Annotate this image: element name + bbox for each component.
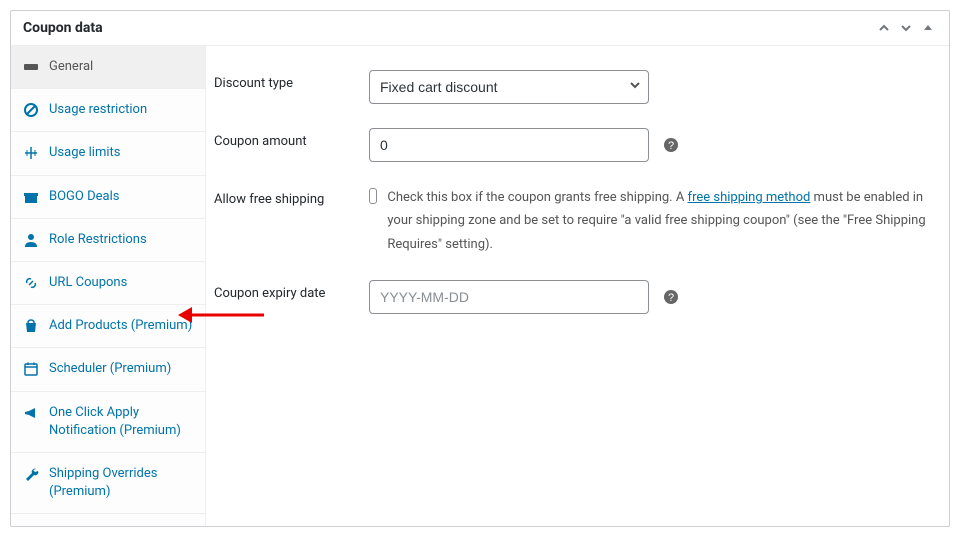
- tab-usage-restriction[interactable]: Usage restriction: [11, 89, 205, 132]
- tab-label: Shipping Overrides (Premium): [49, 465, 193, 501]
- megaphone-icon: [23, 405, 39, 421]
- tab-add-products[interactable]: Add Products (Premium): [11, 305, 205, 348]
- tab-url-coupons[interactable]: URL Coupons: [11, 262, 205, 305]
- tab-usage-limits[interactable]: Usage limits: [11, 132, 205, 175]
- coupon-amount-input[interactable]: [369, 128, 649, 162]
- label-free-shipping: Allow free shipping: [214, 186, 369, 207]
- tab-shipping-overrides[interactable]: Shipping Overrides (Premium): [11, 453, 205, 514]
- tab-label: Usage limits: [49, 144, 193, 162]
- panel-toggle-icon[interactable]: [919, 19, 937, 37]
- bag-icon: [23, 318, 39, 334]
- tab-label: Role Restrictions: [49, 231, 193, 249]
- label-coupon-amount: Coupon amount: [214, 128, 369, 149]
- tab-label: General: [49, 58, 193, 76]
- panel-title: Coupon data: [23, 20, 103, 36]
- svg-text:?: ?: [668, 292, 674, 304]
- tab-label: URL Coupons: [49, 274, 193, 292]
- tab-label: BOGO Deals: [49, 188, 193, 206]
- link-icon: [23, 275, 39, 291]
- row-coupon-amount: Coupon amount ?: [214, 122, 927, 180]
- tab-scheduler[interactable]: Scheduler (Premium): [11, 348, 205, 391]
- row-expiry: Coupon expiry date ?: [214, 274, 927, 332]
- help-icon[interactable]: ?: [663, 137, 679, 153]
- panel-move-down-icon[interactable]: [897, 19, 915, 37]
- free-shipping-checkbox[interactable]: [369, 188, 377, 204]
- ticket-icon: [23, 59, 39, 75]
- gift-icon: [23, 189, 39, 205]
- expiry-date-input[interactable]: [369, 280, 649, 314]
- tab-one-click-apply[interactable]: One Click Apply Notification (Premium): [11, 392, 205, 453]
- tab-role-restrictions[interactable]: Role Restrictions: [11, 219, 205, 262]
- ban-icon: [23, 102, 39, 118]
- calendar-icon: [23, 361, 39, 377]
- label-discount-type: Discount type: [214, 70, 369, 91]
- panel-body: General Usage restriction Usage limits B…: [11, 46, 949, 526]
- tab-general[interactable]: General: [11, 46, 205, 89]
- sliders-icon: [23, 145, 39, 161]
- label-expiry: Coupon expiry date: [214, 280, 369, 301]
- general-tab-content: Discount type Fixed cart discount Coupon…: [206, 46, 949, 526]
- wrench-icon: [23, 466, 39, 482]
- help-icon[interactable]: ?: [663, 289, 679, 305]
- user-icon: [23, 232, 39, 248]
- discount-type-select[interactable]: Fixed cart discount: [369, 70, 649, 104]
- row-discount-type: Discount type Fixed cart discount: [214, 64, 927, 122]
- svg-text:?: ?: [668, 140, 674, 152]
- tab-bogo-deals[interactable]: BOGO Deals: [11, 176, 205, 219]
- tab-label: Scheduler (Premium): [49, 360, 193, 378]
- tab-label: Usage restriction: [49, 101, 193, 119]
- panel-move-up-icon[interactable]: [875, 19, 893, 37]
- free-shipping-help: Check this box if the coupon grants free…: [387, 186, 927, 256]
- tab-label: Add Products (Premium): [49, 317, 193, 335]
- row-free-shipping: Allow free shipping Check this box if th…: [214, 180, 927, 274]
- coupon-data-panel: Coupon data General Usage restriction Us…: [10, 10, 950, 527]
- tab-label: One Click Apply Notification (Premium): [49, 404, 193, 440]
- panel-actions: [875, 19, 937, 37]
- panel-header: Coupon data: [11, 11, 949, 46]
- free-shipping-method-link[interactable]: free shipping method: [688, 190, 811, 205]
- sidebar: General Usage restriction Usage limits B…: [11, 46, 206, 526]
